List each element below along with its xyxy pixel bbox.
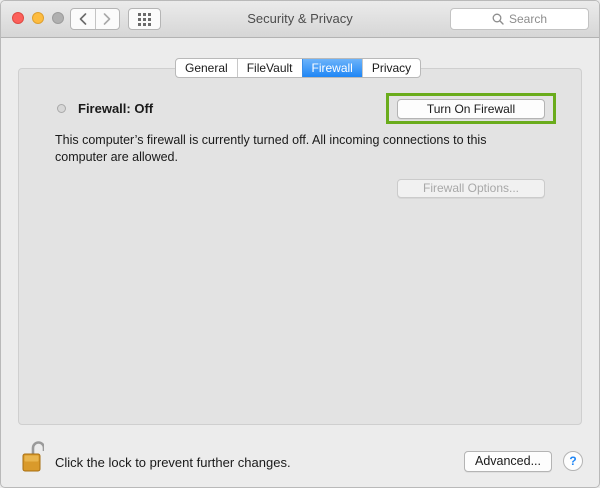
tab-filevault[interactable]: FileVault xyxy=(236,59,302,77)
show-all-button[interactable] xyxy=(128,8,161,30)
zoom-window-button[interactable] xyxy=(52,12,64,24)
firewall-description: This computer’s firewall is currently tu… xyxy=(55,133,487,164)
window-title: Security & Privacy xyxy=(247,11,353,26)
help-button[interactable]: ? xyxy=(563,451,583,471)
lock-button[interactable] xyxy=(22,440,46,472)
back-button[interactable] xyxy=(71,9,95,29)
grid-icon xyxy=(138,12,151,26)
lock-status-text: Click the lock to prevent further change… xyxy=(55,455,291,470)
tab-privacy[interactable]: Privacy xyxy=(361,59,420,77)
tab-general[interactable]: General xyxy=(176,59,237,77)
firewall-status-indicator xyxy=(57,104,66,113)
minimize-window-button[interactable] xyxy=(32,12,44,24)
search-icon xyxy=(492,13,504,25)
advanced-button[interactable]: Advanced... xyxy=(464,451,552,472)
preferences-window: Security & Privacy Search General FileVa… xyxy=(0,0,600,488)
turn-on-firewall-button[interactable]: Turn On Firewall xyxy=(397,99,545,119)
tab-firewall[interactable]: Firewall xyxy=(301,59,362,77)
forward-button[interactable] xyxy=(94,9,120,29)
chevron-left-icon xyxy=(79,13,87,25)
close-window-button[interactable] xyxy=(12,12,24,24)
unlocked-padlock-icon xyxy=(22,441,46,472)
search-placeholder: Search xyxy=(508,12,548,26)
title-bar: Security & Privacy Search xyxy=(1,1,599,38)
navigation-buttons xyxy=(70,8,120,30)
tab-bar: General FileVault Firewall Privacy xyxy=(175,58,422,78)
firewall-status-label: Firewall: Off xyxy=(78,101,154,116)
firewall-options-button[interactable]: Firewall Options... xyxy=(397,179,545,198)
chevron-right-icon xyxy=(103,13,111,25)
search-field[interactable]: Search xyxy=(450,8,589,30)
